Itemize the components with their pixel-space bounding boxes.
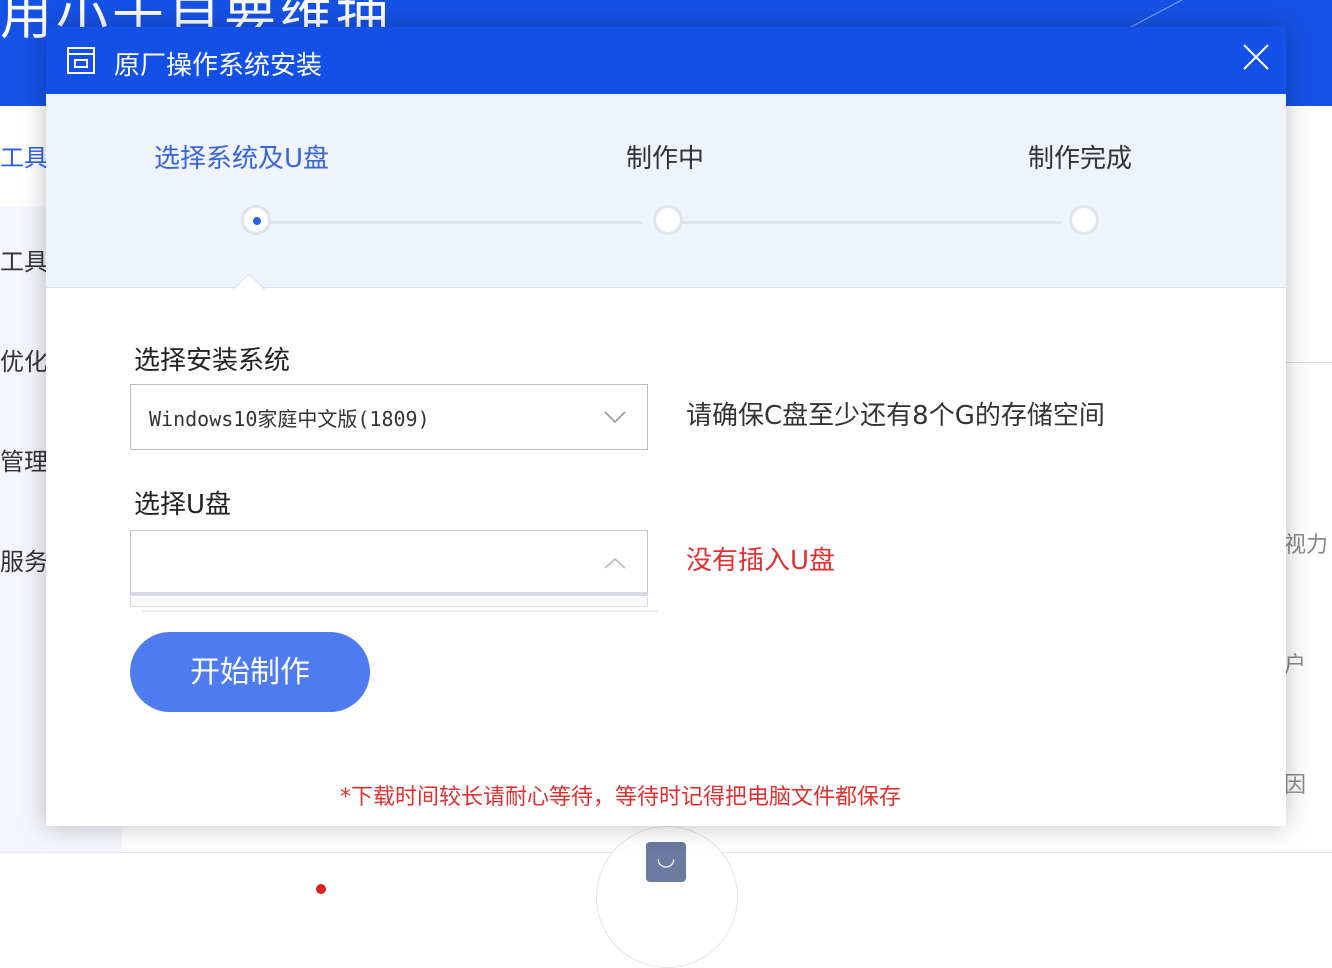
step-connector xyxy=(271,221,643,224)
step-label-making: 制作中 xyxy=(626,144,705,174)
dialog-title: 原厂操作系统安装 xyxy=(114,51,323,81)
usb-field-label: 选择U盘 xyxy=(134,490,232,520)
bg-text-user: 户 xyxy=(1284,653,1307,678)
system-select-value: Windows10家庭中文版(1809) xyxy=(149,407,430,431)
bg-text-vision: 视力 xyxy=(1284,533,1329,558)
content-divider xyxy=(1286,362,1332,363)
window-icon xyxy=(67,47,95,74)
dropdown-shadow xyxy=(142,610,658,612)
progress-steps: 选择系统及U盘 制作中 制作完成 xyxy=(46,94,1286,288)
step-node-making xyxy=(653,205,683,235)
chevron-up-icon xyxy=(604,557,626,569)
step-node-select xyxy=(241,205,271,235)
usb-select[interactable] xyxy=(130,530,648,596)
chevron-down-icon xyxy=(604,411,626,424)
no-usb-warning: 没有插入U盘 xyxy=(686,546,836,576)
system-field-label: 选择安装系统 xyxy=(134,346,291,376)
usb-dropdown-list[interactable] xyxy=(130,597,648,607)
close-icon[interactable] xyxy=(1238,39,1274,75)
download-footnote: *下载时间较长请耐心等待，等待时记得把电脑文件都保存 xyxy=(340,785,902,810)
system-select[interactable]: Windows10家庭中文版(1809) xyxy=(130,384,648,450)
start-making-button[interactable]: 开始制作 xyxy=(130,632,370,712)
step-pointer xyxy=(229,270,269,290)
os-install-dialog: 原厂操作系统安装 选择系统及U盘 制作中 制作完成 选择安装系统 Windows… xyxy=(46,27,1286,826)
disk-space-hint: 请确保C盘至少还有8个G的存储空间 xyxy=(686,401,1105,431)
bg-text-cause: 因 xyxy=(1284,773,1307,798)
step-label-done: 制作完成 xyxy=(1028,144,1133,174)
step-label-select: 选择系统及U盘 xyxy=(154,144,330,174)
notification-dot xyxy=(316,884,326,894)
bag-icon[interactable]: ◡ xyxy=(646,842,686,882)
step-node-done xyxy=(1069,205,1099,235)
step-connector xyxy=(683,221,1061,224)
dialog-titlebar: 原厂操作系统安装 xyxy=(46,27,1286,94)
